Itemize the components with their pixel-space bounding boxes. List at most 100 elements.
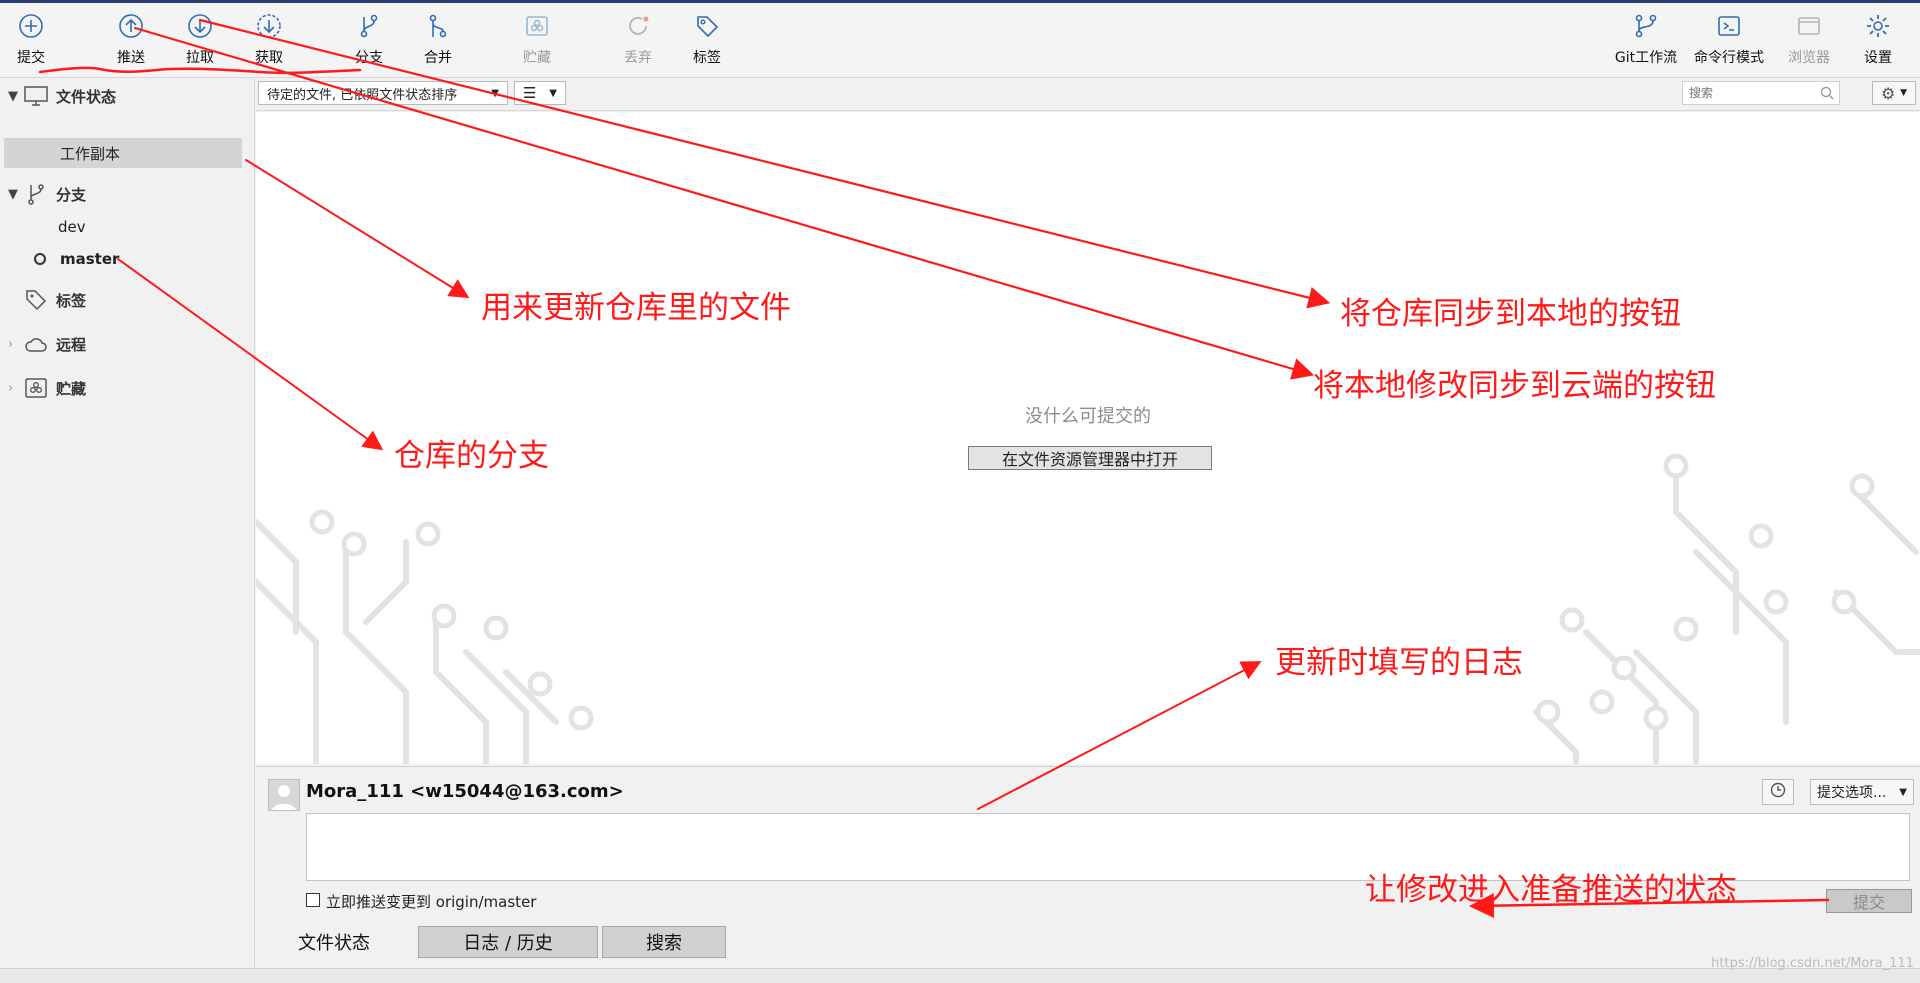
push-button[interactable]: 推送 (96, 11, 166, 73)
empty-state-message: 没什么可提交的 (1025, 406, 1151, 427)
sidebar-section-branches[interactable]: ▼ 分支 (0, 178, 254, 210)
status-bar (0, 968, 1920, 983)
plus-circle-icon (16, 11, 46, 41)
commit-label: 提交 (17, 50, 45, 66)
discard-button[interactable]: 丢弃 (603, 11, 673, 73)
tab-search[interactable]: 搜索 (602, 926, 726, 958)
watermark: https://blog.csdn.net/Mora_111 (1711, 956, 1914, 971)
gear-icon: ⚙ (1881, 83, 1896, 103)
branch-dev-label: dev (58, 218, 86, 236)
sidebar-section-tags[interactable]: 标签 (0, 284, 254, 316)
file-filter-bar: 待定的文件, 已依照文件状态排序 ▼ ☰ ▼ ⚙ ▼ (256, 78, 1920, 111)
push-label: 推送 (117, 50, 145, 66)
stash-label: 贮藏 (523, 50, 551, 66)
merge-icon (423, 11, 453, 41)
sidebar: ▼ 文件状态 工作副本 ▼ 分支 dev master 标签 › 远程 › 贮藏 (0, 78, 255, 982)
sidebar-label-branches: 分支 (56, 185, 87, 204)
gitflow-label: Git工作流 (1614, 50, 1678, 66)
clock-icon (1770, 782, 1786, 802)
chevron-down-icon: ▼ (1900, 88, 1907, 98)
search-icon (1820, 86, 1834, 104)
discard-icon (623, 11, 653, 41)
sidebar-item-branch-master[interactable]: master (34, 244, 119, 274)
fetch-label: 获取 (255, 50, 283, 66)
browser-button[interactable]: 浏览器 (1774, 11, 1844, 73)
browser-label: 浏览器 (1788, 50, 1830, 66)
submit-commit-button[interactable]: 提交 (1826, 889, 1912, 913)
annotation-commit-log: 更新时填写的日志 (1275, 645, 1523, 681)
tab-file-status[interactable]: 文件状态 (256, 926, 412, 958)
fetch-icon (254, 11, 284, 41)
sidebar-label-file-status: 文件状态 (56, 87, 117, 106)
commit-button[interactable]: 提交 (0, 11, 66, 73)
branch-icon (22, 183, 50, 205)
fetch-button[interactable]: 获取 (234, 11, 304, 73)
merge-label: 合并 (424, 50, 452, 66)
branch-label: 分支 (355, 50, 383, 66)
filter-settings-dropdown[interactable]: ⚙ ▼ (1872, 81, 1916, 105)
push-immediately-label: 立即推送变更到 origin/master (326, 893, 537, 911)
sidebar-item-working-copy[interactable]: 工作副本 (4, 138, 242, 168)
annotation-update-files: 用来更新仓库里的文件 (481, 290, 791, 326)
commit-history-button[interactable] (1762, 779, 1794, 805)
chevron-down-icon: ▼ (8, 88, 18, 104)
commit-options-label: 提交选项... (1817, 785, 1887, 801)
tag-label: 标签 (693, 50, 721, 66)
commit-options-dropdown[interactable]: 提交选项... ▼ (1810, 779, 1914, 805)
chevron-down-icon: ▼ (549, 87, 557, 99)
gitflow-button[interactable]: Git工作流 (1611, 11, 1681, 73)
sidebar-label-stashes: 贮藏 (56, 379, 87, 398)
chevron-right-icon: › (8, 380, 14, 396)
terminal-label: 命令行模式 (1694, 50, 1764, 66)
monitor-icon (22, 86, 50, 106)
tag-icon (22, 289, 50, 311)
chevron-down-icon: ▼ (1899, 786, 1907, 798)
stash-button[interactable]: 贮藏 (502, 11, 572, 73)
chevron-right-icon: › (8, 336, 14, 352)
push-immediately-checkbox[interactable] (306, 893, 320, 907)
tag-button[interactable]: 标签 (672, 11, 742, 73)
sort-dropdown-label: 待定的文件, 已依照文件状态排序 (267, 87, 458, 103)
tab-log-history[interactable]: 日志 / 历史 (418, 926, 598, 958)
branch-icon (354, 11, 384, 41)
working-copy-label: 工作副本 (60, 144, 121, 163)
commit-author: Mora_111 <w15044@163.com> (306, 781, 624, 802)
cloud-icon (22, 335, 50, 353)
sort-dropdown[interactable]: 待定的文件, 已依照文件状态排序 ▼ (258, 81, 508, 105)
terminal-icon (1714, 11, 1744, 41)
tag-icon (692, 11, 722, 41)
terminal-button[interactable]: 命令行模式 (1694, 11, 1764, 73)
pull-label: 拉取 (186, 50, 214, 66)
sidebar-section-remotes[interactable]: › 远程 (0, 328, 254, 360)
branch-button[interactable]: 分支 (334, 11, 404, 73)
toolbar: 提交 推送 拉取 获取 分支 合并 贮藏 丢弃 标签 Git工作流 命令行模式 … (0, 3, 1920, 78)
current-branch-icon (34, 253, 46, 265)
annotation-stage-changes: 让修改进入准备推送的状态 (1365, 872, 1737, 908)
sidebar-label-remotes: 远程 (56, 335, 87, 354)
browser-icon (1794, 11, 1824, 41)
view-mode-dropdown[interactable]: ☰ ▼ (514, 81, 566, 105)
sidebar-section-stashes[interactable]: › 贮藏 (0, 372, 254, 404)
arrow-up-circle-icon (116, 11, 146, 41)
annotation-sync-to-local: 将仓库同步到本地的按钮 (1340, 296, 1681, 332)
chevron-down-icon: ▼ (8, 186, 18, 202)
search-input[interactable] (1682, 81, 1840, 105)
sidebar-item-branch-dev[interactable]: dev (58, 212, 86, 242)
sidebar-label-tags: 标签 (56, 291, 87, 310)
branch-master-label: master (60, 250, 120, 268)
stash-icon (22, 377, 50, 399)
stash-icon (522, 11, 552, 41)
pull-button[interactable]: 拉取 (165, 11, 235, 73)
settings-label: 设置 (1864, 50, 1892, 66)
settings-button[interactable]: 设置 (1843, 11, 1913, 73)
sidebar-section-file-status[interactable]: ▼ 文件状态 (0, 80, 254, 112)
annotation-branches: 仓库的分支 (394, 438, 549, 474)
gitflow-icon (1631, 11, 1661, 41)
chevron-down-icon: ▼ (491, 87, 499, 99)
annotation-push-to-cloud: 将本地修改同步到云端的按钮 (1313, 368, 1716, 404)
bottom-tabs: 文件状态 日志 / 历史 搜索 (256, 924, 1920, 968)
merge-button[interactable]: 合并 (403, 11, 473, 73)
discard-label: 丢弃 (624, 50, 652, 66)
open-in-explorer-button[interactable]: 在文件资源管理器中打开 (968, 446, 1212, 470)
arrow-down-circle-icon (185, 11, 215, 41)
